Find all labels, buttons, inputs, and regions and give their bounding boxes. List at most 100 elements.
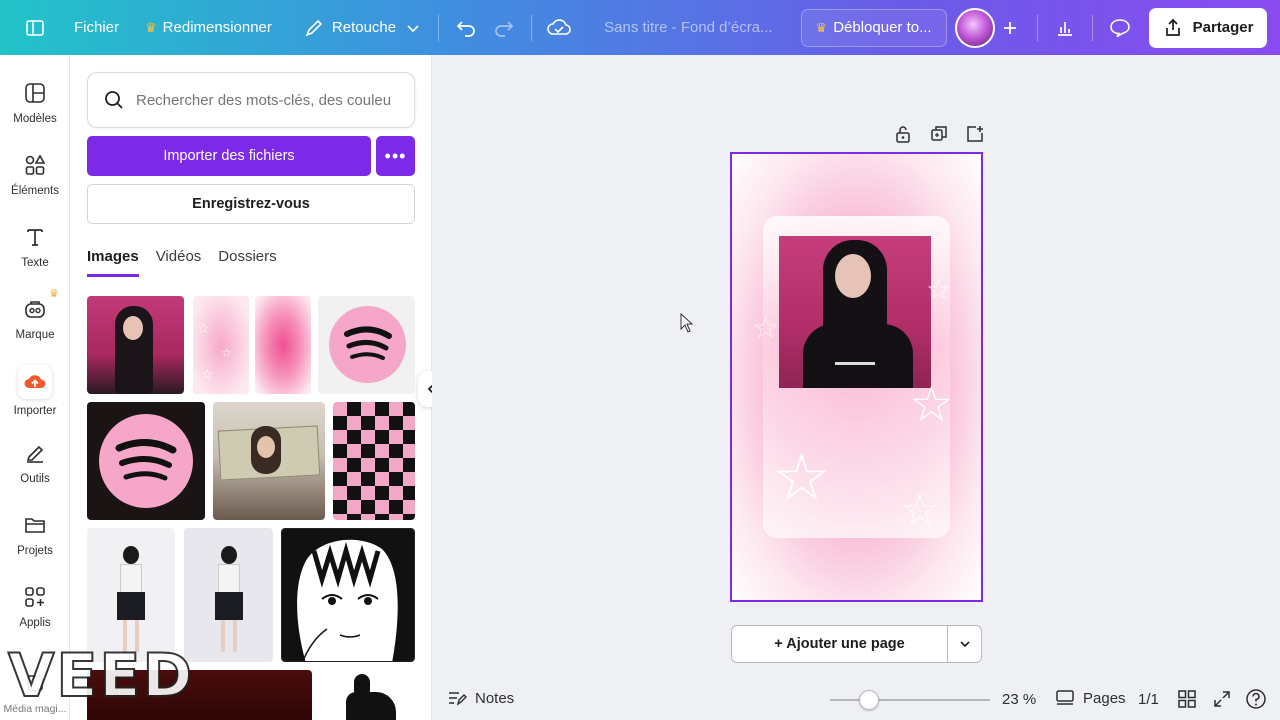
- crown-icon: ♛: [145, 19, 157, 35]
- search-icon: [105, 91, 123, 109]
- notes-button[interactable]: Notes: [447, 689, 514, 707]
- image-thumbnail[interactable]: [87, 296, 184, 394]
- tab-folders[interactable]: Dossiers: [218, 248, 276, 277]
- file-menu[interactable]: Fichier: [64, 10, 129, 46]
- avatar[interactable]: [954, 7, 995, 48]
- comments-button[interactable]: [1101, 9, 1139, 47]
- chevron-down-icon: [407, 24, 419, 32]
- nav-item-elements[interactable]: Éléments: [0, 151, 70, 197]
- zoom-slider[interactable]: [830, 699, 990, 701]
- share-label: Partager: [1192, 19, 1254, 36]
- tools-icon: [21, 439, 49, 467]
- document-title[interactable]: Sans titre - Fond d’écra...: [586, 19, 790, 36]
- redo-icon: [495, 20, 514, 37]
- undo-button[interactable]: [447, 9, 485, 47]
- add-page-dropdown[interactable]: [948, 626, 981, 662]
- retouch-menu[interactable]: Retouche: [294, 10, 430, 46]
- more-options-button[interactable]: •••: [376, 136, 415, 176]
- share-upload-icon: [1165, 18, 1180, 36]
- star-icon: ☆: [926, 274, 952, 305]
- page-count: 1/1: [1138, 691, 1159, 708]
- register-button[interactable]: Enregistrez-vous: [87, 184, 415, 224]
- watermark: VEED: [7, 640, 195, 712]
- unlock-label: Débloquer to...: [833, 19, 932, 36]
- nav-item-tools[interactable]: Outils: [0, 439, 70, 485]
- tab-images[interactable]: Images: [87, 248, 139, 277]
- star-icon: ☆: [752, 312, 779, 345]
- image-thumbnail[interactable]: [281, 528, 415, 662]
- nav-item-text[interactable]: Texte: [0, 223, 70, 269]
- import-files-button[interactable]: Importer des fichiers: [87, 136, 371, 176]
- search-box[interactable]: [87, 72, 415, 128]
- image-thumbnail[interactable]: [87, 402, 205, 520]
- apps-icon: [21, 583, 49, 611]
- image-thumbnail[interactable]: [184, 528, 273, 662]
- star-icon: ☆: [900, 486, 940, 535]
- redo-button[interactable]: [485, 9, 523, 47]
- help-button[interactable]: [1245, 688, 1267, 714]
- image-thumbnail[interactable]: [255, 296, 311, 394]
- tab-videos[interactable]: Vidéos: [156, 248, 202, 277]
- nav-item-templates[interactable]: Modèles: [0, 79, 70, 125]
- zoom-slider-handle[interactable]: [859, 690, 879, 710]
- undo-icon: [456, 20, 475, 37]
- notes-label: Notes: [475, 689, 515, 707]
- page-toolbar: [885, 125, 993, 147]
- fullscreen-button[interactable]: [1213, 690, 1231, 712]
- nav-label: Projets: [17, 545, 53, 557]
- add-page-icon: [967, 126, 983, 142]
- nav-item-projects[interactable]: Projets: [0, 511, 70, 557]
- add-page-button[interactable]: + Ajouter une page: [732, 626, 948, 662]
- grid-view-button[interactable]: [1178, 690, 1196, 712]
- crown-icon: ♛: [49, 288, 59, 300]
- pages-button[interactable]: Pages: [1055, 689, 1126, 707]
- media-tabs: Images Vidéos Dossiers: [87, 248, 294, 277]
- resize-button[interactable]: ♛ Redimensionner: [135, 10, 282, 46]
- sidebar-toggle-icon[interactable]: [16, 9, 54, 47]
- templates-icon: [21, 79, 49, 107]
- folder-icon: [21, 511, 49, 539]
- star-icon: ☆: [772, 440, 832, 514]
- left-navigation: Modèles Éléments Texte Marque ♛ Importer…: [0, 55, 70, 720]
- nav-item-brand[interactable]: Marque ♛: [0, 288, 70, 341]
- add-page-icon-button[interactable]: [957, 125, 993, 147]
- nav-label: Applis: [19, 617, 51, 629]
- divider: [531, 14, 533, 41]
- chevron-down-icon: [959, 641, 970, 648]
- brand-icon: [21, 295, 49, 323]
- grid-icon: [1178, 690, 1196, 708]
- comment-icon: [1109, 18, 1130, 37]
- image-thumbnail[interactable]: ☆ ☆ ☆: [193, 296, 249, 394]
- expand-icon: [1214, 691, 1230, 707]
- image-thumbnail[interactable]: [213, 402, 325, 520]
- insights-button[interactable]: [1046, 9, 1084, 47]
- image-thumbnail[interactable]: [320, 670, 415, 720]
- image-thumbnail[interactable]: [318, 296, 415, 394]
- notes-icon: [449, 692, 467, 706]
- unlock-button[interactable]: ♛ Débloquer to...: [800, 8, 947, 47]
- help-icon: [1246, 689, 1266, 709]
- nav-label: Éléments: [11, 185, 59, 197]
- share-button[interactable]: Partager: [1148, 7, 1268, 48]
- nav-item-upload[interactable]: Importer: [0, 365, 70, 417]
- elements-icon: [21, 151, 49, 179]
- lock-icon: [896, 126, 910, 143]
- search-input[interactable]: [136, 91, 396, 109]
- pages-icon: [1056, 690, 1074, 705]
- text-icon: [21, 223, 49, 251]
- cloud-check-icon: [547, 18, 571, 35]
- image-thumbnail[interactable]: [333, 402, 415, 520]
- photo-frame[interactable]: [779, 236, 931, 388]
- zoom-level[interactable]: 23 %: [1002, 691, 1036, 708]
- add-collaborator-button[interactable]: [991, 9, 1029, 47]
- lock-page-button[interactable]: [885, 125, 921, 147]
- cloud-save-button[interactable]: [540, 9, 578, 47]
- file-menu-label: Fichier: [74, 19, 120, 36]
- design-page[interactable]: ☆ ☆ ☆ ☆ ☆: [730, 152, 983, 602]
- duplicate-page-button[interactable]: [921, 125, 957, 147]
- more-dots-icon: •••: [384, 145, 407, 166]
- add-page-button-group: + Ajouter une page: [731, 625, 982, 663]
- nav-label: Marque: [15, 329, 55, 341]
- nav-label: Importer: [13, 405, 57, 417]
- nav-item-apps[interactable]: Applis: [0, 583, 70, 629]
